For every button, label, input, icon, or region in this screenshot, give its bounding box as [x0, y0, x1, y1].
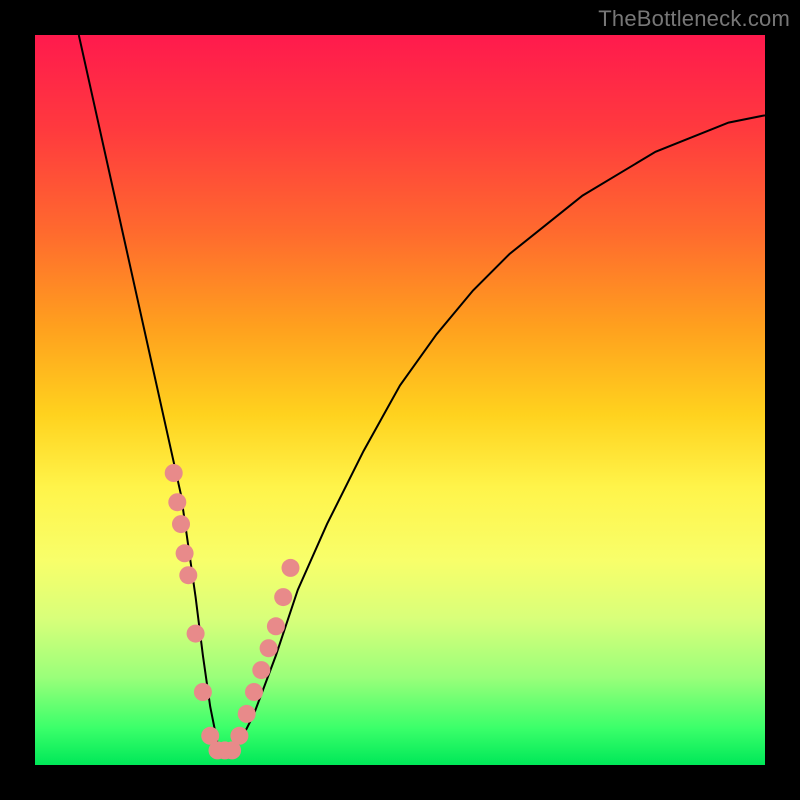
marker-group [165, 464, 300, 759]
watermark-text: TheBottleneck.com [598, 6, 790, 32]
marker-dot [165, 464, 183, 482]
marker-dot [176, 544, 194, 562]
marker-dot [168, 493, 186, 511]
marker-dot [260, 639, 278, 657]
marker-dot [282, 559, 300, 577]
marker-dot [252, 661, 270, 679]
chart-frame [35, 35, 765, 765]
marker-dot [245, 683, 263, 701]
marker-dot [194, 683, 212, 701]
marker-dot [172, 515, 190, 533]
marker-dot [179, 566, 197, 584]
marker-dot [230, 727, 248, 745]
marker-dot [274, 588, 292, 606]
marker-dot [187, 625, 205, 643]
marker-dot [238, 705, 256, 723]
bottleneck-plot [35, 35, 765, 765]
marker-dot [267, 617, 285, 635]
bottleneck-curve [79, 35, 765, 750]
